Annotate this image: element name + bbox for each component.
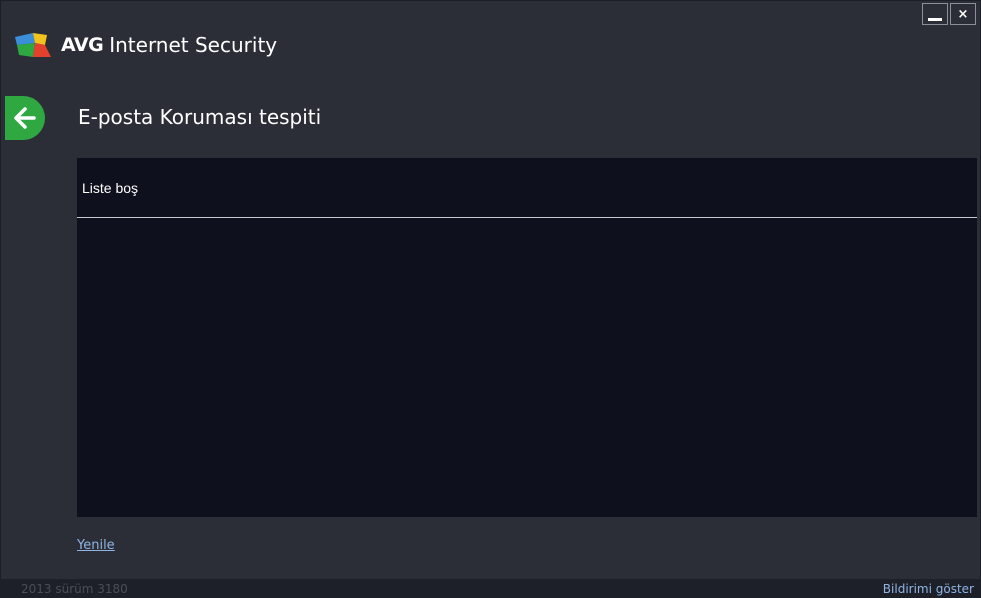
back-arrow-icon bbox=[14, 107, 36, 129]
refresh-link[interactable]: Yenile bbox=[77, 538, 115, 553]
back-button[interactable] bbox=[5, 96, 45, 140]
version-text: 2013 sürüm 3180 bbox=[21, 582, 128, 596]
brand-product-name: Internet Security bbox=[109, 33, 278, 57]
window-controls: × bbox=[922, 3, 976, 25]
show-notification-link[interactable]: Bildirimi göster bbox=[883, 582, 974, 596]
minimize-icon bbox=[928, 17, 942, 21]
app-window: × AVG Internet Security E-posta Koruması… bbox=[0, 0, 981, 598]
list-empty-message: Liste boş bbox=[77, 158, 977, 218]
avg-logo-icon bbox=[15, 33, 51, 57]
brand-avg: AVG bbox=[61, 34, 104, 56]
detections-list: Liste boş bbox=[77, 158, 977, 517]
close-icon: × bbox=[957, 6, 969, 22]
status-bar: 2013 sürüm 3180 Bildirimi göster bbox=[1, 579, 981, 598]
page-title: E-posta Koruması tespiti bbox=[78, 105, 322, 129]
close-button[interactable]: × bbox=[950, 3, 976, 25]
minimize-button[interactable] bbox=[922, 3, 948, 25]
app-header: AVG Internet Security bbox=[13, 29, 277, 61]
